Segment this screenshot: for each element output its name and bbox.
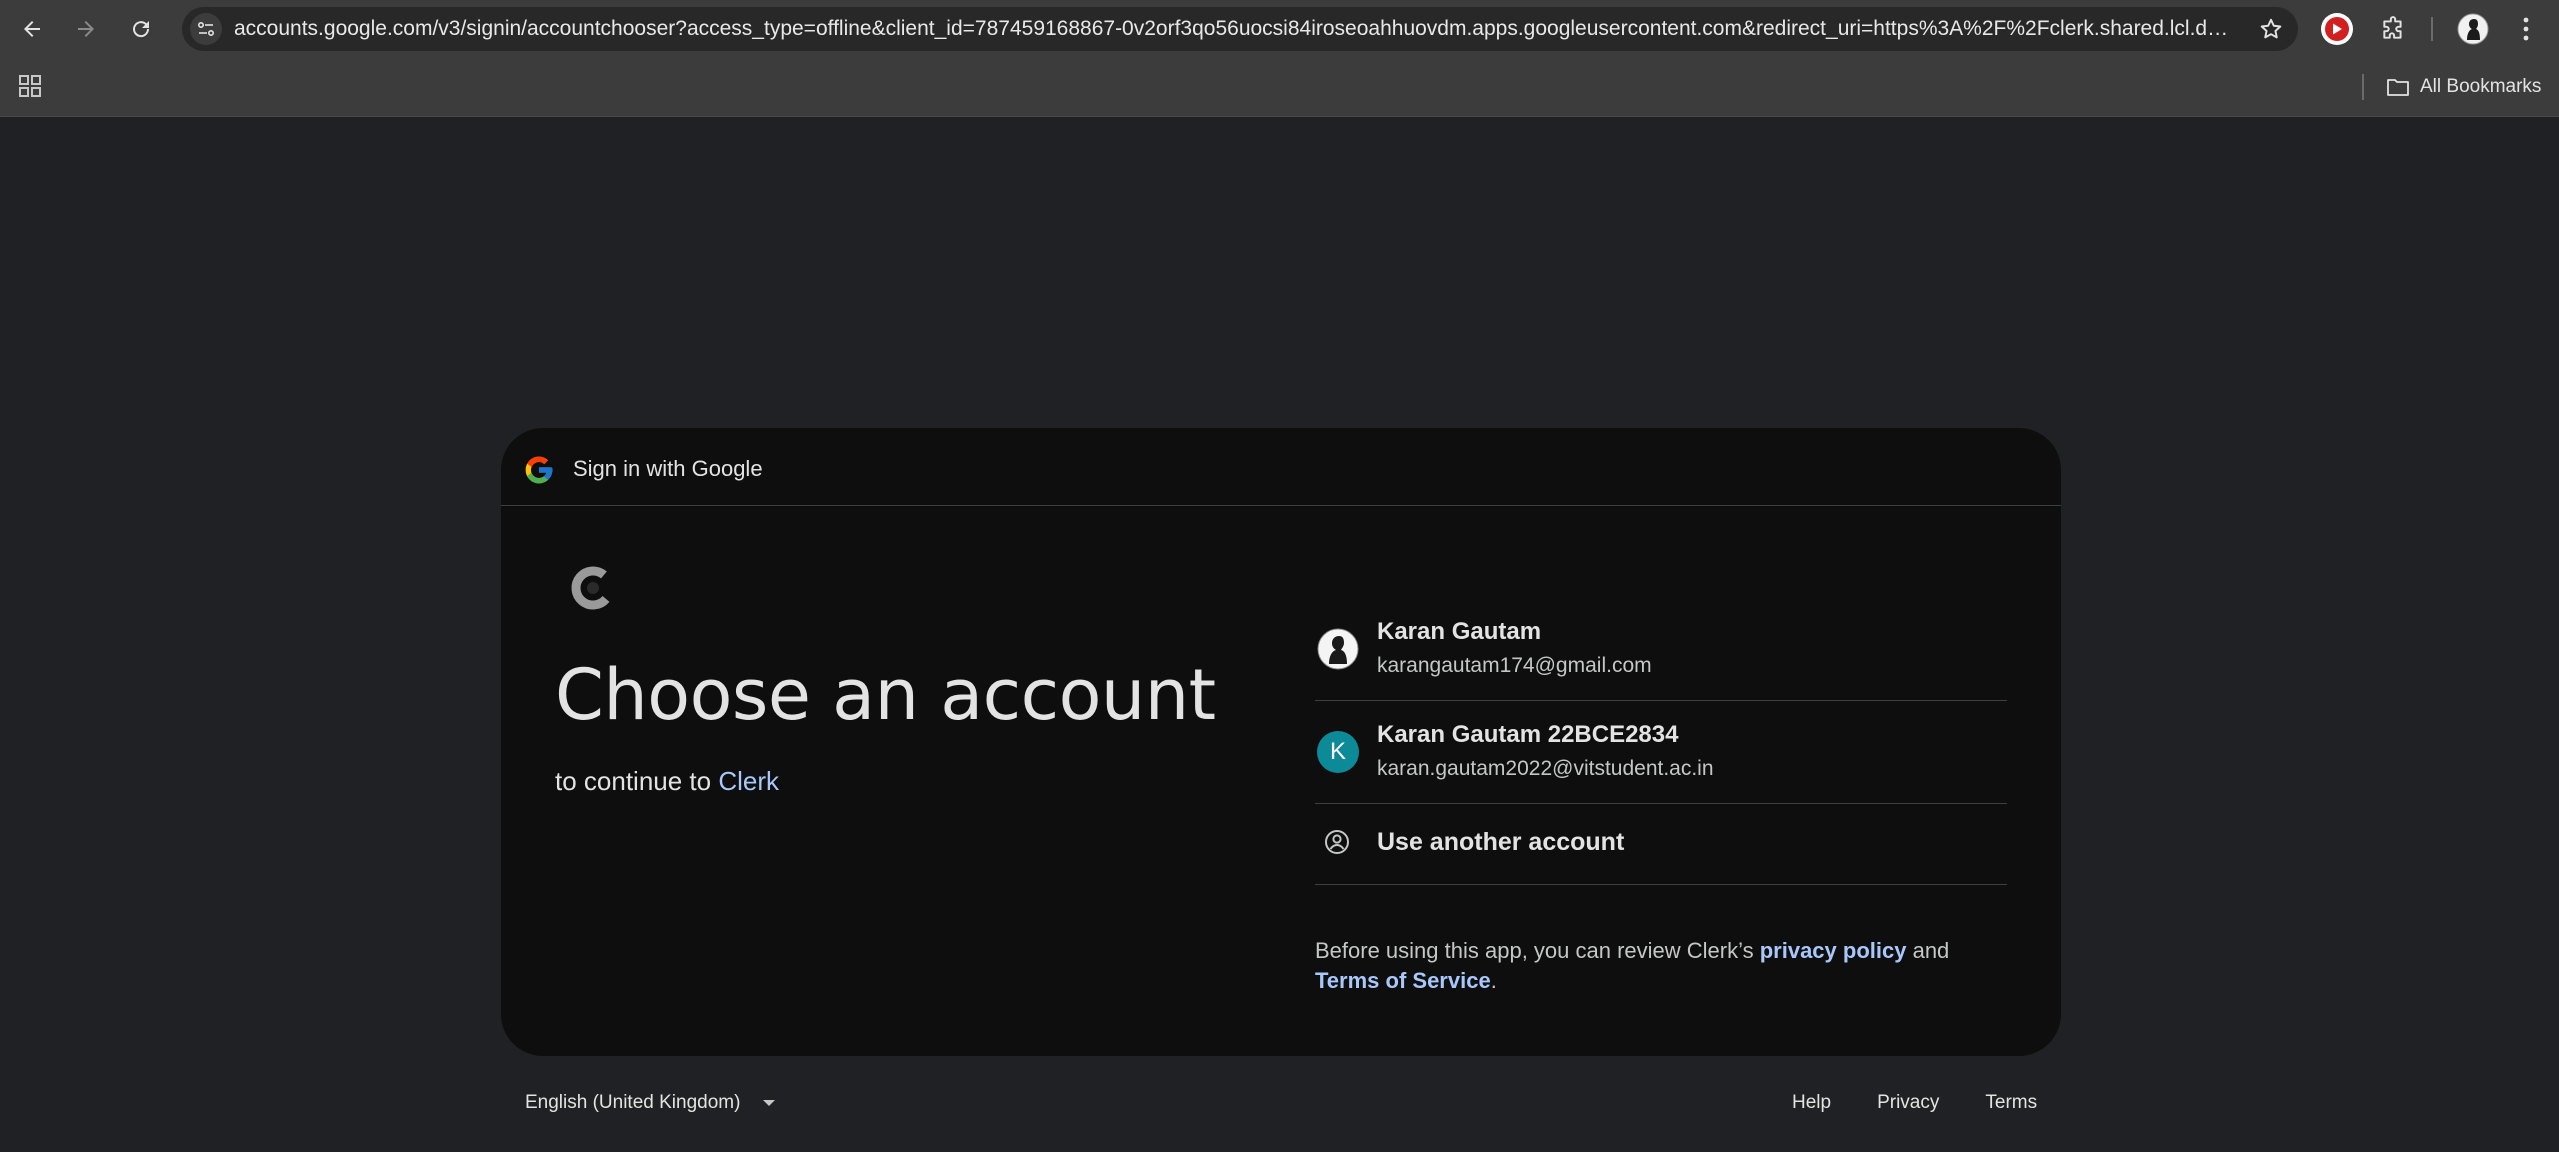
clerk-logo-icon — [571, 566, 615, 610]
forward-icon — [78, 21, 94, 37]
privacy-policy-link[interactable]: privacy policy — [1760, 938, 1907, 963]
all-bookmarks-button[interactable]: All Bookmarks — [2386, 72, 2541, 102]
use-another-account-button[interactable]: Use another account — [1315, 804, 2007, 885]
app-name-link[interactable]: Clerk — [718, 766, 779, 796]
footer-links: Help Privacy Terms — [1792, 1092, 2037, 1114]
google-logo-icon — [525, 456, 553, 484]
disclaimer-text-3: . — [1490, 968, 1497, 993]
account-item[interactable]: Karan Gautam karangautam174@gmail.com — [1315, 598, 2007, 701]
menu-button[interactable] — [2509, 12, 2543, 46]
privacy-link[interactable]: Privacy — [1877, 1092, 1939, 1114]
back-button[interactable] — [15, 12, 49, 46]
subtitle-prefix: to continue to — [555, 766, 719, 796]
sign-in-card: Sign in with Google Choose an account to… — [501, 428, 2061, 1056]
extensions-button[interactable] — [2376, 12, 2410, 46]
card-header: Sign in with Google — [501, 428, 2061, 506]
account-list: Karan Gautam karangautam174@gmail.com K … — [1315, 598, 2007, 885]
browser-toolbar: accounts.google.com/v3/signin/accountcho… — [0, 0, 2559, 58]
language-selector[interactable]: English (United Kingdom) — [525, 1092, 776, 1114]
address-bar[interactable]: accounts.google.com/v3/signin/accountcho… — [182, 7, 2298, 51]
help-link[interactable]: Help — [1792, 1092, 1831, 1114]
subtitle: to continue to Clerk — [555, 766, 779, 797]
page-title: Choose an account — [555, 654, 1216, 736]
reload-icon — [133, 21, 150, 38]
privacy-disclaimer: Before using this app, you can review Cl… — [1315, 936, 2015, 996]
bookmarks-divider — [2362, 74, 2364, 100]
forward-button[interactable] — [69, 12, 103, 46]
account-item[interactable]: K Karan Gautam 22BCE2834 karan.gautam202… — [1315, 701, 2007, 804]
menu-dots-icon — [2523, 17, 2529, 41]
header-title: Sign in with Google — [573, 456, 763, 481]
profile-avatar — [2457, 13, 2489, 45]
toolbar-divider — [2431, 17, 2433, 41]
reload-button[interactable] — [124, 12, 158, 46]
extensions-puzzle-icon — [2383, 16, 2402, 39]
site-info-icon — [197, 21, 215, 37]
chevron-down-icon — [763, 1100, 776, 1106]
account-name: Karan Gautam — [1377, 618, 1542, 645]
terms-of-service-link[interactable]: Terms of Service — [1315, 968, 1491, 993]
terms-link[interactable]: Terms — [1985, 1092, 2037, 1114]
account-name: Karan Gautam 22BCE2834 — [1377, 721, 1679, 748]
youtube-extension-button[interactable] — [2320, 12, 2354, 46]
account-email: karan.gautam2022@vitstudent.ac.in — [1377, 757, 1714, 780]
apps-grid-icon[interactable] — [16, 72, 44, 100]
bookmark-star-icon[interactable] — [2258, 16, 2284, 42]
account-avatar: K — [1317, 731, 1359, 773]
profile-photo-icon — [1317, 628, 1359, 670]
profile-button[interactable] — [2456, 12, 2490, 46]
account-avatar — [1317, 628, 1359, 670]
disclaimer-text-2: and — [1906, 938, 1950, 963]
account-circle-icon — [1317, 822, 1357, 862]
account-email: karangautam174@gmail.com — [1377, 654, 1652, 677]
url-text[interactable]: accounts.google.com/v3/signin/accountcho… — [234, 7, 2234, 51]
disclaimer-text-1: Before using this app, you can review Cl… — [1315, 938, 1760, 963]
language-label: English (United Kingdom) — [525, 1092, 741, 1113]
folder-icon — [2387, 79, 2409, 96]
all-bookmarks-label: All Bookmarks — [2420, 76, 2542, 97]
use-another-account-label: Use another account — [1377, 828, 1625, 856]
site-info-button[interactable] — [190, 13, 222, 45]
back-icon — [24, 21, 40, 37]
youtube-extension-icon — [2321, 13, 2353, 45]
bookmarks-bar: All Bookmarks — [0, 58, 2559, 117]
